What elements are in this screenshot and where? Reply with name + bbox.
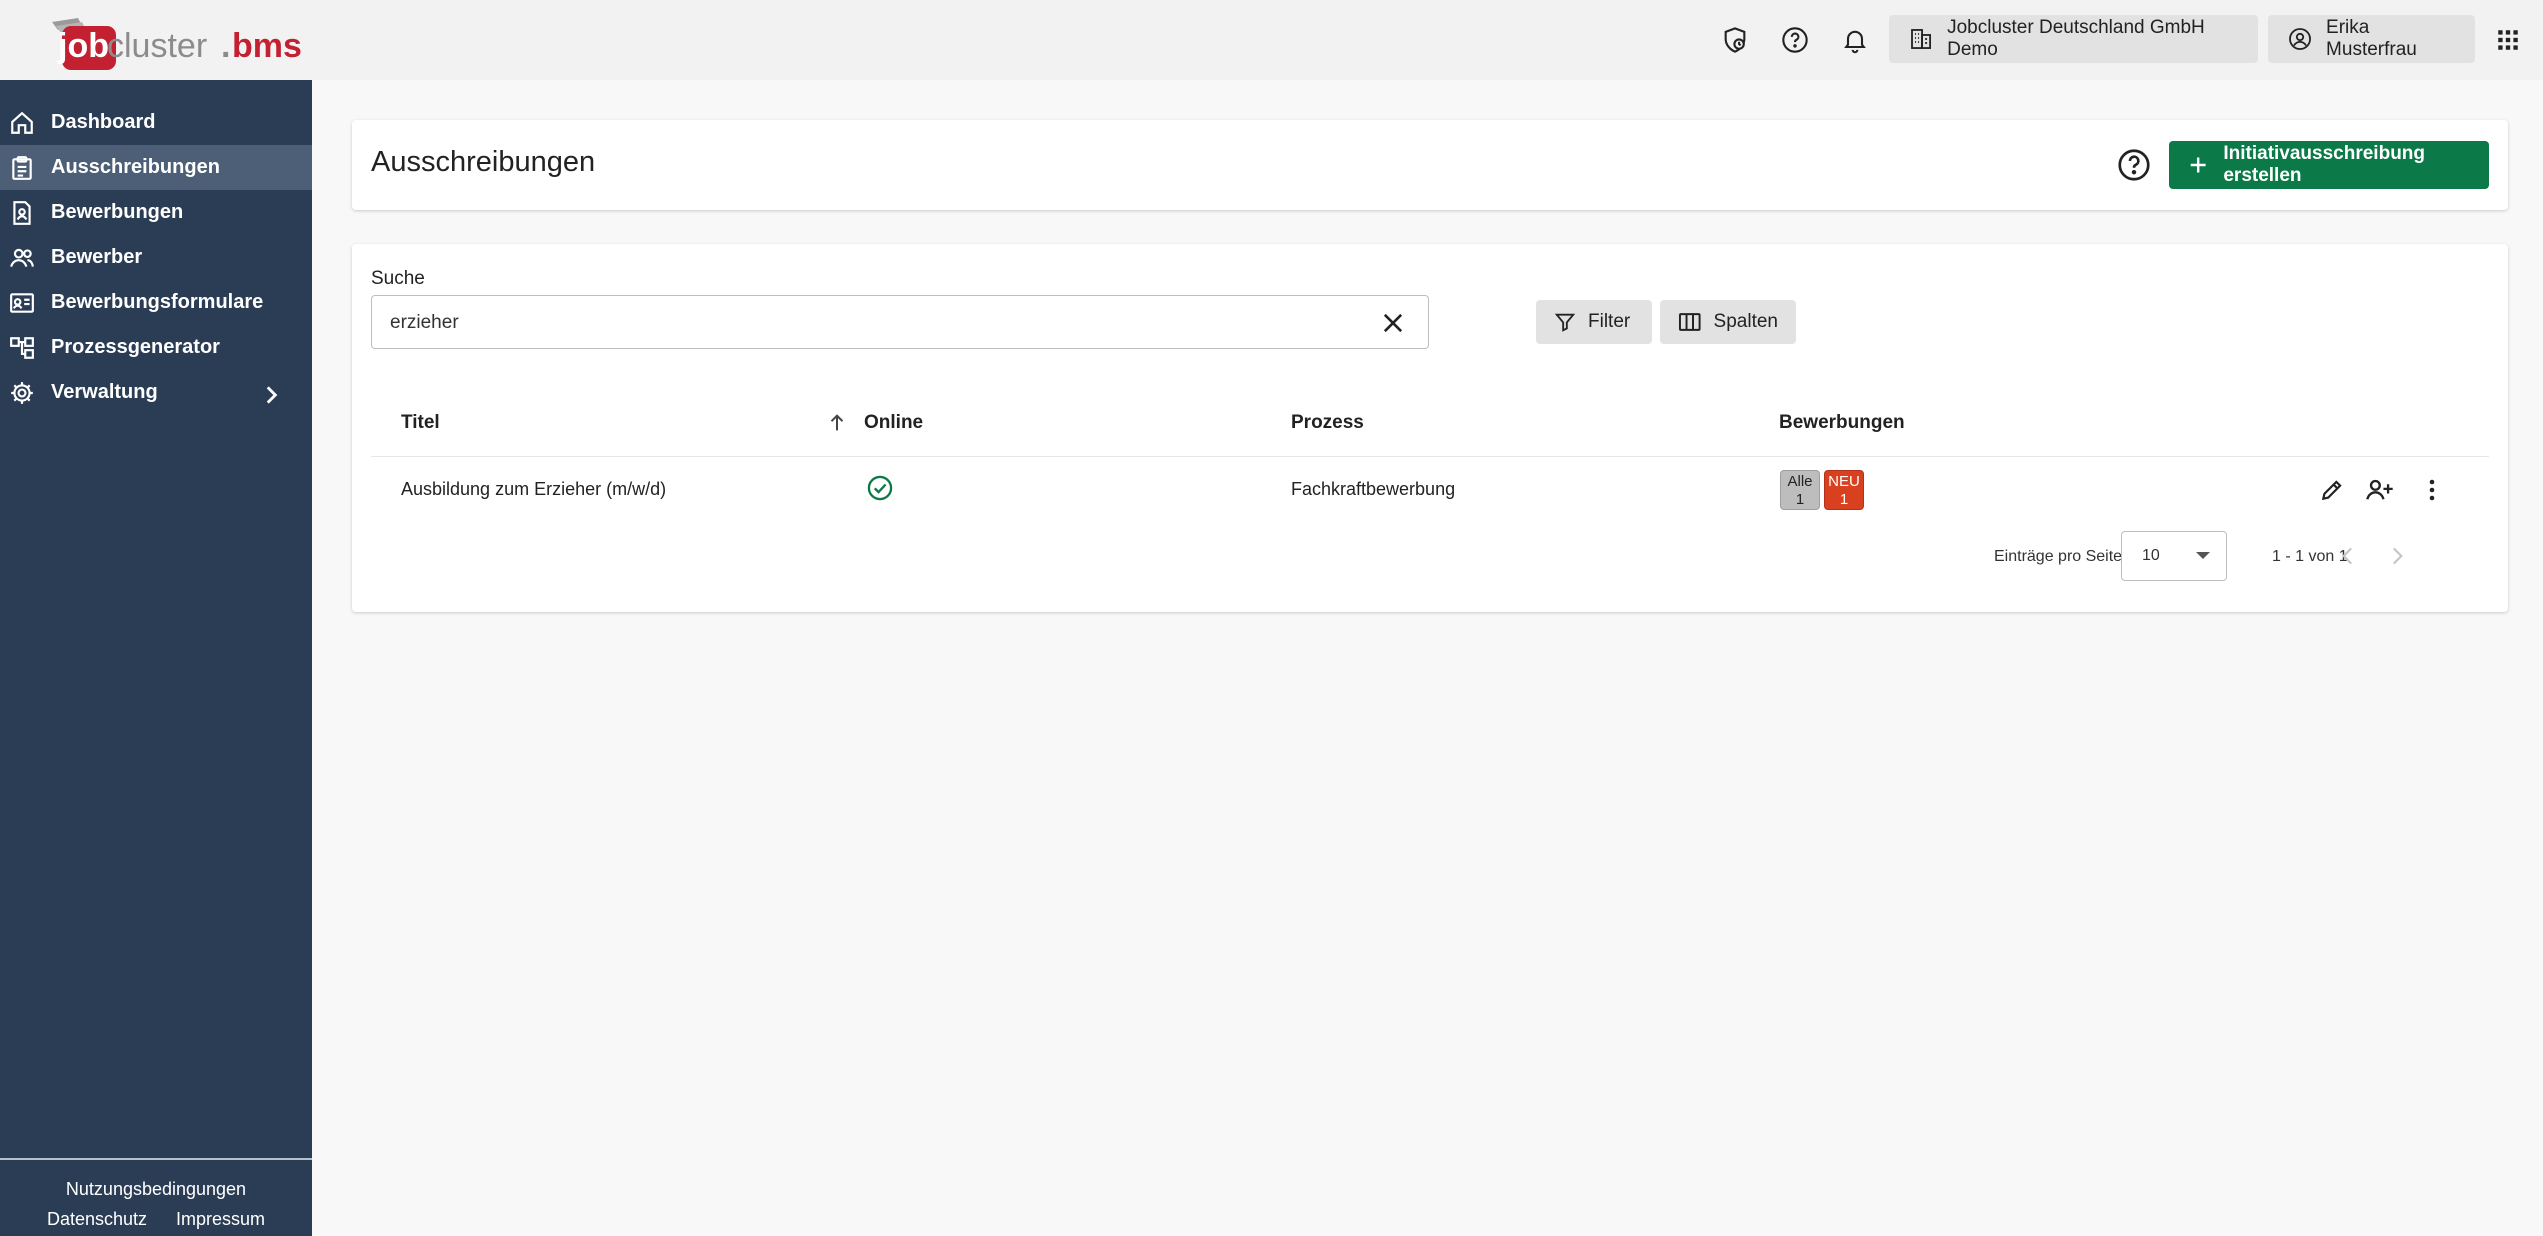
bell-icon[interactable]: [1835, 20, 1875, 60]
applications-all-badge[interactable]: Alle 1: [1780, 470, 1820, 510]
badge-label: NEU: [1828, 473, 1860, 490]
sidebar: Dashboard Ausschreibungen Bewerbungen Be…: [0, 80, 312, 1236]
search-label: Suche: [371, 268, 425, 289]
gear-icon: [11, 381, 33, 404]
process-icon: [10, 336, 34, 359]
more-vertical-icon[interactable]: [2416, 474, 2448, 506]
jobcluster-logo[interactable]: job cluster . bms: [28, 6, 318, 74]
sort-ascending-icon[interactable]: [826, 412, 848, 434]
job-list-card: Suche Filter Spalten Titel Online Prozes…: [352, 244, 2508, 612]
imprint-link[interactable]: Impressum: [176, 1204, 265, 1234]
columns-label: Spalten: [1713, 311, 1778, 332]
badge-count: 1: [1795, 491, 1805, 508]
caret-down-icon: [2196, 552, 2210, 559]
sidebar-item-prozessgenerator[interactable]: Prozessgenerator: [0, 325, 312, 370]
process-name: Fachkraftbewerbung: [1291, 479, 1456, 499]
terms-link[interactable]: Nutzungsbedingungen: [66, 1174, 246, 1204]
shield-clock-icon[interactable]: [1715, 20, 1755, 60]
user-name: Erika Musterfrau: [2326, 17, 2417, 60]
people-icon: [10, 248, 34, 267]
company-switch-button[interactable]: Jobcluster Deutschland GmbH Demo: [1889, 15, 2258, 63]
filter-icon: [1554, 313, 1576, 332]
filter-label: Filter: [1588, 311, 1631, 332]
create-initiative-button[interactable]: Initiativausschreibung erstellen: [2169, 141, 2489, 189]
chevron-right-icon: [266, 386, 278, 404]
document-person-icon: [13, 200, 31, 225]
sidebar-item-label: Bewerbungsformulare: [51, 291, 264, 313]
table-divider: [371, 456, 2489, 457]
column-header-online[interactable]: Online: [864, 412, 923, 434]
per-page-select[interactable]: 10: [2121, 531, 2227, 581]
edit-icon[interactable]: [2316, 474, 2348, 506]
top-bar: job cluster . bms Jobcluster Deutschland: [0, 0, 2543, 80]
apps-grid-icon[interactable]: [2488, 20, 2528, 60]
sidebar-item-bewerber[interactable]: Bewerber: [0, 235, 312, 280]
logo-text-dot: .: [221, 27, 231, 65]
sidebar-item-label: Verwaltung: [51, 381, 158, 403]
sidebar-item-label: Bewerber: [51, 246, 143, 268]
applications-new-badge[interactable]: NEU 1: [1824, 470, 1864, 510]
sidebar-item-label: Ausschreibungen: [51, 156, 220, 178]
per-page-value: 10: [2142, 547, 2160, 564]
columns-icon: [1678, 313, 1701, 331]
badge-count: 1: [1839, 491, 1849, 508]
job-title[interactable]: Ausbildung zum Erzieher (m/w/d): [401, 479, 666, 500]
previous-page-icon[interactable]: [2335, 543, 2361, 569]
filter-button[interactable]: Filter: [1536, 300, 1652, 344]
columns-button[interactable]: Spalten: [1660, 300, 1796, 344]
sidebar-item-verwaltung[interactable]: Verwaltung: [0, 370, 312, 415]
page-header: Ausschreibungen Initiativausschreibung e…: [352, 120, 2508, 210]
user-menu-button[interactable]: Erika Musterfrau: [2268, 15, 2475, 63]
next-page-icon[interactable]: [2384, 543, 2410, 569]
per-page-label: Einträge pro Seite: [1994, 548, 2123, 565]
help-icon[interactable]: [2116, 147, 2152, 183]
sidebar-item-label: Prozessgenerator: [51, 336, 220, 358]
clear-icon[interactable]: [1379, 309, 1407, 337]
sidebar-item-bewerbungen[interactable]: Bewerbungen: [0, 190, 312, 235]
home-icon: [11, 111, 33, 134]
logo-text-cluster: cluster: [107, 27, 208, 65]
sidebar-item-label: Dashboard: [51, 111, 156, 133]
building-icon: [1911, 29, 1931, 49]
privacy-link[interactable]: Datenschutz: [47, 1204, 147, 1234]
id-card-icon: [10, 292, 34, 313]
column-header-prozess[interactable]: Prozess: [1291, 412, 1364, 434]
sidebar-item-ausschreibungen[interactable]: Ausschreibungen: [0, 145, 312, 190]
create-initiative-label: Initiativausschreibung erstellen: [2223, 143, 2426, 186]
user-circle-icon: [2289, 28, 2311, 50]
sidebar-item-bewerbungsformulare[interactable]: Bewerbungsformulare: [0, 280, 312, 325]
help-icon[interactable]: [1775, 20, 1815, 60]
column-header-bewerbungen[interactable]: Bewerbungen: [1779, 412, 1905, 434]
column-header-titel[interactable]: Titel: [401, 412, 440, 434]
logo-text-bms: bms: [232, 27, 302, 65]
sidebar-item-label: Bewerbungen: [51, 201, 184, 223]
add-applicant-icon[interactable]: [2364, 474, 2396, 506]
sidebar-footer: Nutzungsbedingungen Datenschutz Impressu…: [0, 1158, 312, 1234]
online-check-icon: [867, 475, 893, 501]
search-field: [371, 295, 1429, 349]
clipboard-icon: [12, 155, 32, 180]
search-input[interactable]: [390, 310, 1340, 336]
page-title: Ausschreibungen: [371, 146, 596, 178]
sidebar-item-dashboard[interactable]: Dashboard: [0, 100, 312, 145]
company-name: Jobcluster Deutschland GmbH Demo: [1947, 17, 2205, 60]
plus-icon: [2190, 157, 2206, 173]
logo-text-job: job: [58, 27, 109, 65]
badge-label: Alle: [1787, 473, 1813, 490]
